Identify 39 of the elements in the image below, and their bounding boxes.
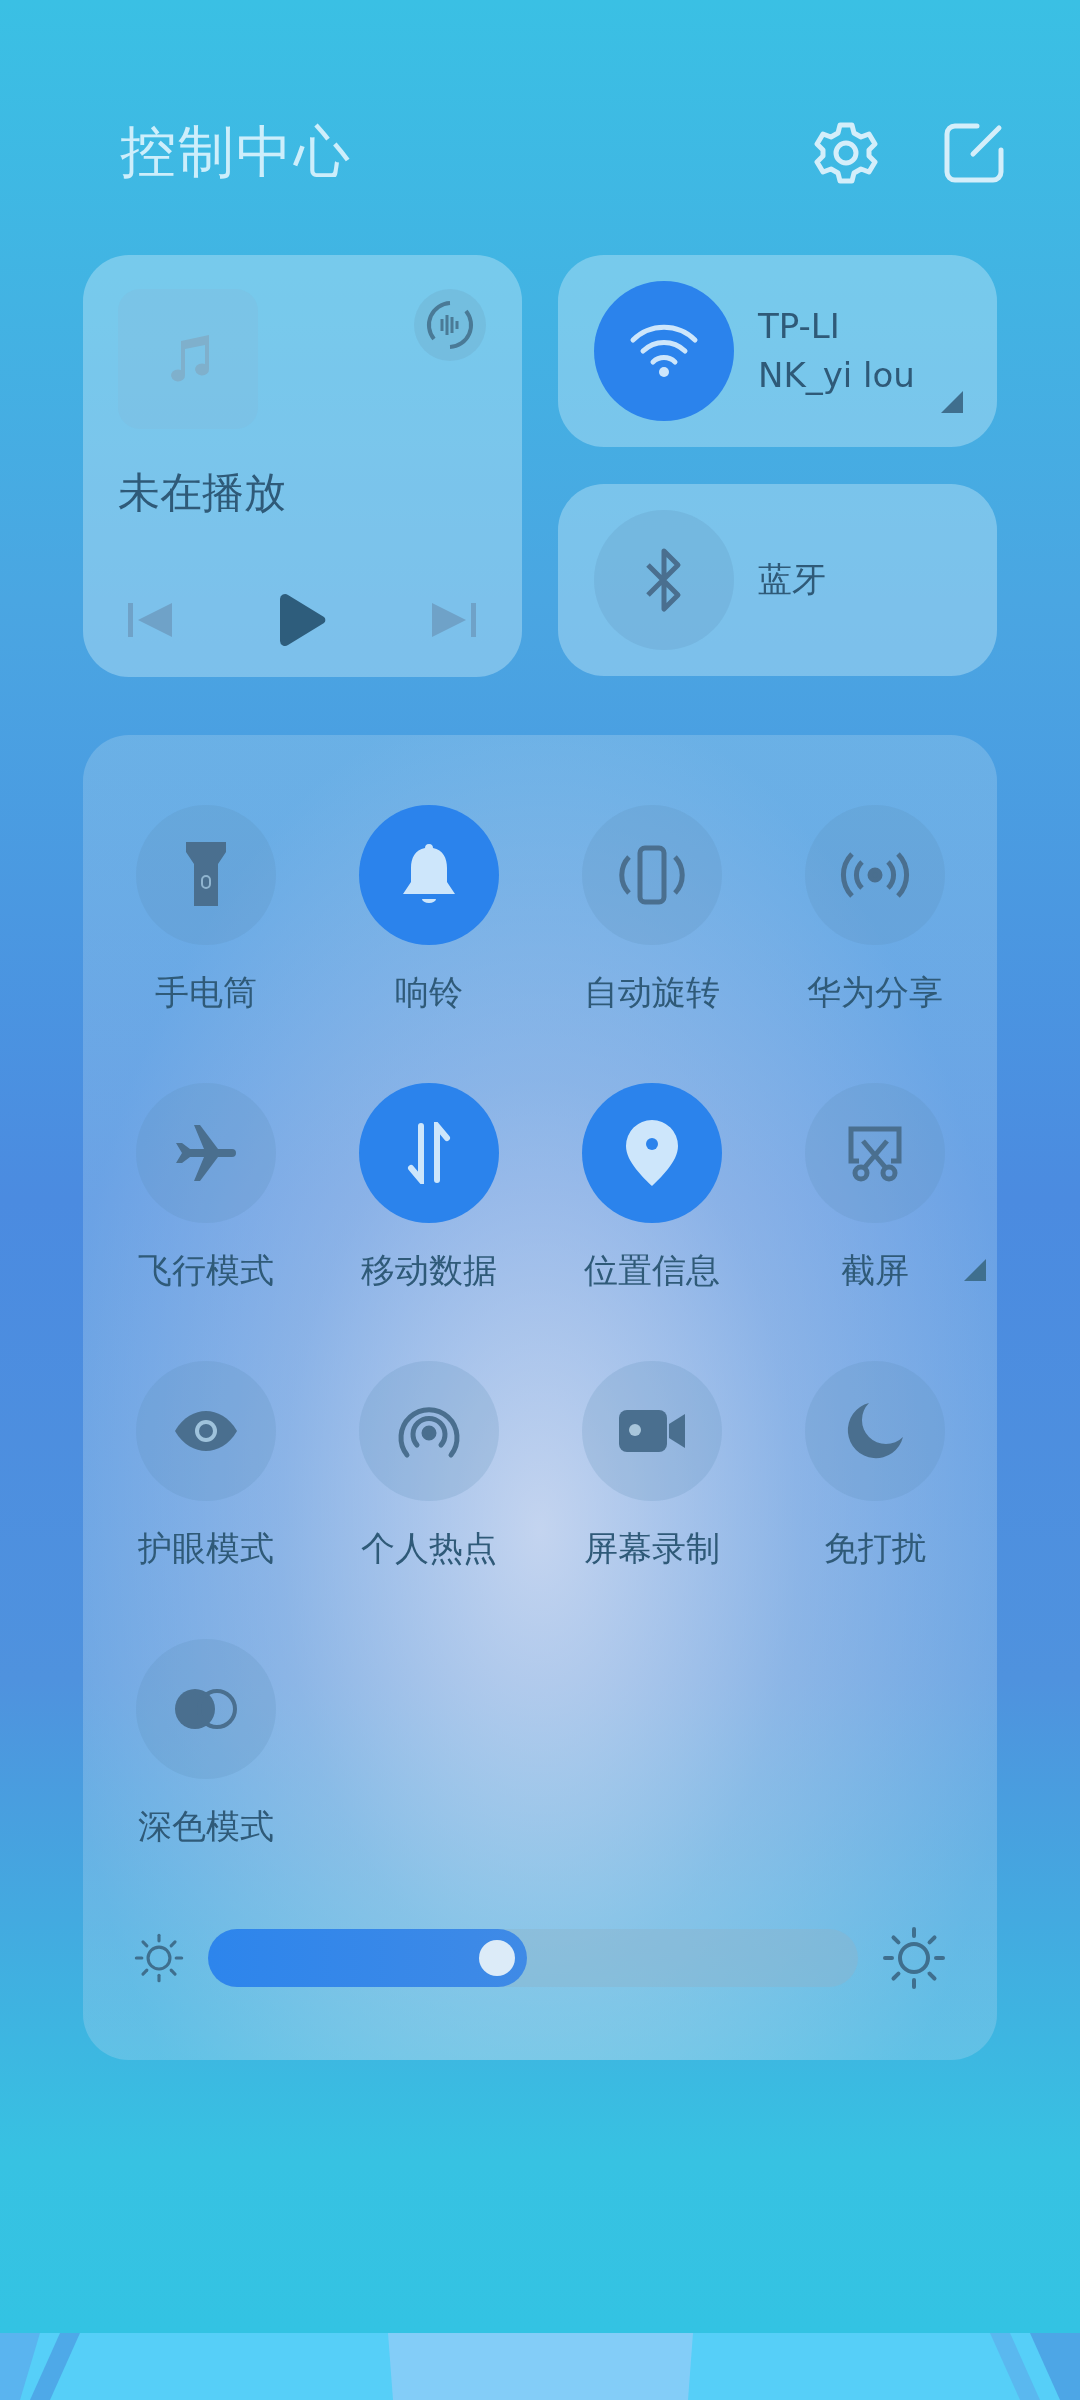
play-icon[interactable] — [278, 593, 326, 647]
more-options-icon[interactable] — [941, 391, 963, 413]
video-camera-icon — [616, 1408, 687, 1454]
more-options-icon[interactable] — [964, 1259, 986, 1281]
playback-status: 未在播放 — [118, 467, 287, 519]
toggle-label: 位置信息 — [583, 1249, 720, 1292]
toggle-label: 护眼模式 — [137, 1527, 274, 1570]
brightness-slider[interactable] — [208, 1929, 858, 1987]
toggle-label: 响铃 — [394, 971, 463, 1014]
audio-output-icon[interactable] — [414, 289, 486, 361]
network-name: TP-LI NK_yi lou — [758, 304, 915, 397]
broadcast-icon — [839, 850, 910, 900]
toggle-label: 华为分享 — [806, 971, 943, 1014]
page-title: 控制中心 — [120, 118, 353, 186]
media-card[interactable]: 未在播放 — [83, 255, 522, 677]
wifi-card[interactable]: TP-LI NK_yi lou — [558, 255, 997, 447]
previous-track-icon[interactable] — [128, 601, 174, 639]
flashlight-icon — [185, 842, 226, 908]
toggle-label: 自动旋转 — [583, 971, 720, 1014]
dark-mode-icon — [172, 1687, 239, 1731]
brightness-high-icon — [882, 1926, 946, 1990]
toggle-label: 免打扰 — [823, 1527, 926, 1570]
bluetooth-card[interactable]: 蓝牙 — [558, 484, 997, 676]
next-track-icon[interactable] — [430, 601, 476, 639]
toggle-label: 移动数据 — [360, 1249, 497, 1292]
toggle-label: 飞行模式 — [137, 1249, 274, 1292]
bluetooth-label: 蓝牙 — [758, 558, 826, 602]
eye-icon — [172, 1409, 239, 1453]
toggle-label: 个人热点 — [360, 1527, 497, 1570]
data-arrows-icon — [406, 1122, 451, 1184]
rotate-phone-icon — [616, 845, 687, 905]
wifi-icon — [629, 324, 699, 378]
toggle-label: 手电筒 — [154, 971, 257, 1014]
brightness-low-icon — [134, 1933, 184, 1983]
toggle-label: 屏幕录制 — [583, 1527, 720, 1570]
location-pin-icon — [623, 1118, 680, 1188]
toggle-label: 深色模式 — [137, 1805, 274, 1848]
toggle-label: 截屏 — [840, 1249, 909, 1292]
airplane-icon — [173, 1123, 238, 1183]
